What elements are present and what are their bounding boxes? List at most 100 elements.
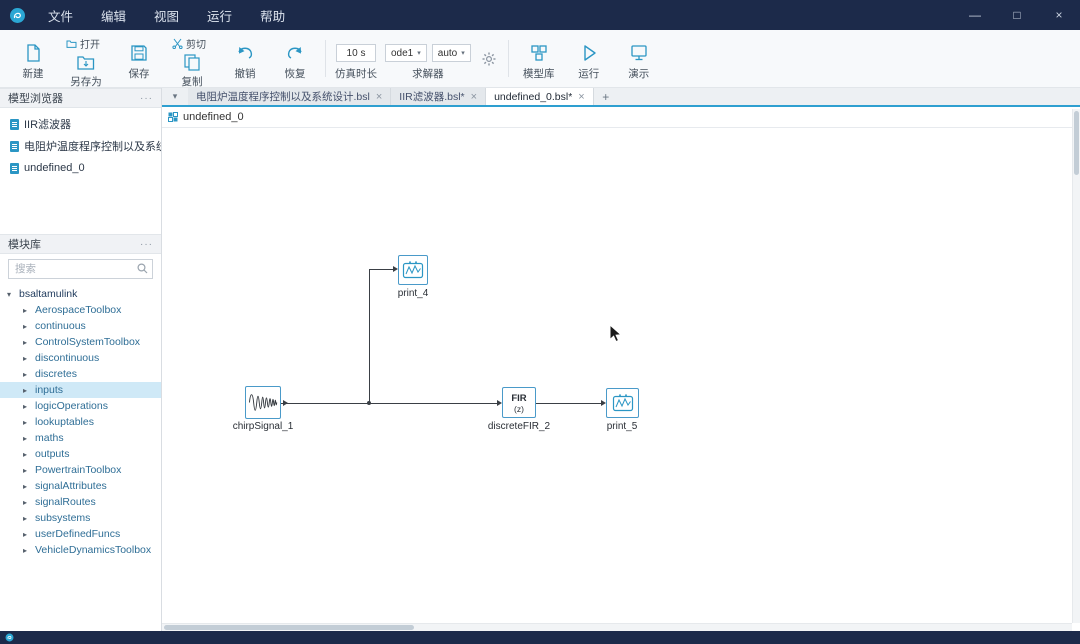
statusbar xyxy=(0,631,1080,644)
library-tree-item[interactable]: ▸ VehicleDynamicsToolbox xyxy=(0,542,161,558)
collapsed-triangle-icon[interactable]: ▸ xyxy=(23,386,31,395)
library-tree-item[interactable]: ▸ PowertrainToolbox xyxy=(0,462,161,478)
tab-close-icon[interactable]: × xyxy=(578,91,584,103)
library-tree-item-label: maths xyxy=(35,432,64,444)
library-root-node[interactable]: ▾ bsaltamulink xyxy=(0,286,161,302)
wire-arrow-icon xyxy=(283,400,288,406)
library-tree-item[interactable]: ▸ discontinuous xyxy=(0,350,161,366)
wire[interactable] xyxy=(281,403,498,404)
menu-item[interactable]: 编辑 xyxy=(87,0,140,30)
model-browser-item[interactable]: IIR滤波器 xyxy=(0,113,161,135)
library-tree-item[interactable]: ▸ continuous xyxy=(0,318,161,334)
wire[interactable] xyxy=(369,269,370,403)
collapsed-triangle-icon[interactable]: ▸ xyxy=(23,322,31,331)
model-library-button[interactable]: 模型库 xyxy=(514,32,564,85)
copy-button[interactable]: 复制 xyxy=(167,52,217,93)
cut-button[interactable]: 剪切 xyxy=(170,35,208,52)
collapsed-triangle-icon[interactable]: ▸ xyxy=(23,498,31,507)
model-browser-item-label: undefined_0 xyxy=(24,162,85,174)
horizontal-scrollbar[interactable] xyxy=(162,623,1072,631)
solver-step-select[interactable]: auto ▾ xyxy=(432,44,471,62)
library-tree-item[interactable]: ▸ discretes xyxy=(0,366,161,382)
library-tree-item[interactable]: ▸ userDefinedFuncs xyxy=(0,526,161,542)
maximize-button[interactable]: □ xyxy=(996,0,1038,30)
tab-list-button[interactable]: ▾ xyxy=(162,88,188,105)
collapsed-triangle-icon[interactable]: ▸ xyxy=(23,354,31,363)
horizontal-scrollbar-thumb[interactable] xyxy=(164,625,414,630)
model-browser-item[interactable]: undefined_0 xyxy=(0,157,161,179)
library-tree-item[interactable]: ▸ lookuptables xyxy=(0,414,161,430)
save-button[interactable]: 保存 xyxy=(114,32,164,85)
library-tree-item[interactable]: ▸ ControlSystemToolbox xyxy=(0,334,161,350)
run-button[interactable]: 运行 xyxy=(564,32,614,85)
library-tree-item[interactable]: ▸ outputs xyxy=(0,446,161,462)
collapsed-triangle-icon[interactable]: ▸ xyxy=(23,370,31,379)
library-tree-item-label: signalAttributes xyxy=(35,480,107,492)
save-as-button-label: 另存为 xyxy=(70,74,102,89)
menu-item[interactable]: 文件 xyxy=(34,0,87,30)
sim-time-input[interactable] xyxy=(336,44,376,62)
collapsed-triangle-icon[interactable]: ▸ xyxy=(23,466,31,475)
collapsed-triangle-icon[interactable]: ▸ xyxy=(23,338,31,347)
vertical-scrollbar[interactable] xyxy=(1072,109,1080,623)
collapsed-triangle-icon[interactable]: ▸ xyxy=(23,514,31,523)
tab-close-icon[interactable]: × xyxy=(376,91,382,103)
collapsed-triangle-icon[interactable]: ▸ xyxy=(23,418,31,427)
expanded-triangle-icon[interactable]: ▾ xyxy=(7,290,15,299)
model-library-icon xyxy=(529,43,549,63)
solver-group: ode1 ▾ auto ▾ 求解器 xyxy=(385,32,471,85)
library-tree-item[interactable]: ▸ AerospaceToolbox xyxy=(0,302,161,318)
library-tree-item[interactable]: ▸ maths xyxy=(0,430,161,446)
new-tab-button[interactable]: + xyxy=(594,88,618,105)
more-options-icon[interactable]: ··· xyxy=(140,239,153,250)
library-tree-item[interactable]: ▸ inputs xyxy=(0,382,161,398)
collapsed-triangle-icon[interactable]: ▸ xyxy=(23,402,31,411)
library-tree-item[interactable]: ▸ logicOperations xyxy=(0,398,161,414)
collapsed-triangle-icon[interactable]: ▸ xyxy=(23,530,31,539)
block-print_5[interactable] xyxy=(606,388,639,418)
more-options-icon[interactable]: ··· xyxy=(140,93,153,104)
menu-item[interactable]: 运行 xyxy=(193,0,246,30)
menu-item[interactable]: 视图 xyxy=(140,0,193,30)
menu-item[interactable]: 帮助 xyxy=(246,0,299,30)
solver-settings-button[interactable] xyxy=(475,32,503,85)
block-discreteFIR_2[interactable]: FIR (z) xyxy=(502,387,536,418)
collapsed-triangle-icon[interactable]: ▸ xyxy=(23,482,31,491)
undo-button[interactable]: 撤销 xyxy=(220,32,270,85)
collapsed-triangle-icon[interactable]: ▸ xyxy=(23,546,31,555)
fir-block-text: FIR (z) xyxy=(511,391,526,415)
editor-tab[interactable]: IIR滤波器.bsl* × xyxy=(391,88,486,105)
open-button[interactable]: 打开 xyxy=(64,35,102,52)
collapsed-triangle-icon[interactable]: ▸ xyxy=(23,434,31,443)
editor-area: ▾ 电阻炉温度程序控制以及系统设计.bsl × IIR滤波器.bsl* × xyxy=(162,88,1080,631)
close-button[interactable]: × xyxy=(1038,0,1080,30)
wire[interactable] xyxy=(536,403,601,404)
model-icon xyxy=(168,112,178,122)
diagram-canvas[interactable]: chirpSignal_1 print_4 FIR (z) discreteFI… xyxy=(162,128,1080,631)
main-area: 模型浏览器 ··· IIR滤波器 电阻炉温度程序控制以及系统设计 xyxy=(0,88,1080,631)
wire[interactable] xyxy=(369,269,393,270)
library-tree-item[interactable]: ▸ signalAttributes xyxy=(0,478,161,494)
model-browser-item[interactable]: 电阻炉温度程序控制以及系统设计 xyxy=(0,135,161,157)
solver-select[interactable]: ode1 ▾ xyxy=(385,44,427,62)
block-print_4[interactable] xyxy=(398,255,428,285)
model-browser-list: IIR滤波器 电阻炉温度程序控制以及系统设计 undefined_0 xyxy=(0,108,161,234)
collapsed-triangle-icon[interactable]: ▸ xyxy=(23,306,31,315)
minimize-button[interactable]: — xyxy=(954,0,996,30)
redo-button[interactable]: 恢复 xyxy=(270,32,320,85)
vertical-scrollbar-thumb[interactable] xyxy=(1074,111,1079,175)
library-tree-item-label: discontinuous xyxy=(35,352,99,364)
block-chirpSignal_1[interactable] xyxy=(245,386,281,419)
editor-tab[interactable]: undefined_0.bsl* × xyxy=(486,88,594,105)
library-tree-item[interactable]: ▸ signalRoutes xyxy=(0,494,161,510)
undo-arrow-icon xyxy=(234,43,256,63)
save-as-button[interactable]: 另存为 xyxy=(61,52,111,93)
tab-close-icon[interactable]: × xyxy=(471,91,477,103)
library-search-input[interactable] xyxy=(8,259,153,279)
breadcrumb-label[interactable]: undefined_0 xyxy=(183,111,244,123)
editor-tab[interactable]: 电阻炉温度程序控制以及系统设计.bsl × xyxy=(188,88,391,105)
demo-button[interactable]: 演示 xyxy=(614,32,664,85)
library-tree-item[interactable]: ▸ subsystems xyxy=(0,510,161,526)
collapsed-triangle-icon[interactable]: ▸ xyxy=(23,450,31,459)
new-button[interactable]: 新建 xyxy=(8,32,58,85)
